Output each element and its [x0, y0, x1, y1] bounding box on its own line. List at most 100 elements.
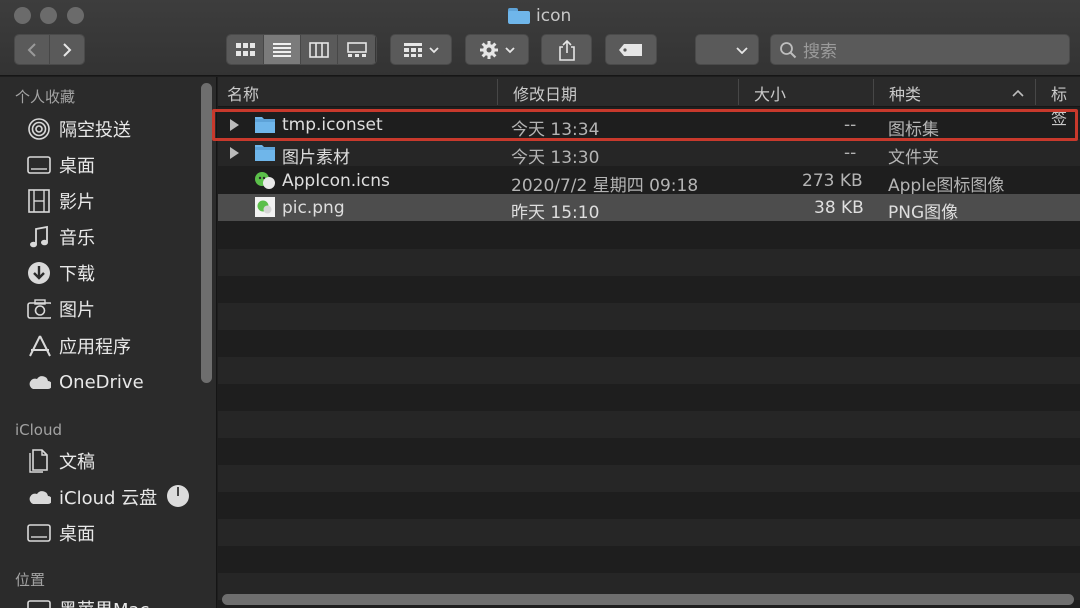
- desktop-icon: [27, 521, 51, 545]
- tag-icon: [619, 43, 642, 56]
- folder-icon: [508, 8, 530, 24]
- file-size: --: [844, 143, 857, 163]
- documents-icon: [27, 449, 51, 473]
- empty-row: [218, 303, 1080, 330]
- file-kind: 文件夹: [888, 148, 939, 168]
- column-size[interactable]: 大小: [754, 81, 786, 105]
- column-kind[interactable]: 种类: [889, 81, 921, 105]
- computer-icon: [27, 597, 51, 608]
- empty-row: [218, 357, 1080, 384]
- gallery-view-button[interactable]: [338, 35, 375, 64]
- search-field[interactable]: 搜索: [770, 34, 1070, 65]
- applications-icon: [27, 334, 51, 358]
- close-window-button[interactable]: [14, 7, 31, 24]
- search-placeholder: 搜索: [803, 42, 837, 62]
- back-button[interactable]: [15, 35, 50, 64]
- list-view-button[interactable]: [264, 35, 301, 64]
- sidebar-item-icloud-desktop[interactable]: 桌面: [27, 518, 95, 548]
- zoom-window-button[interactable]: [67, 7, 84, 24]
- empty-row: [218, 465, 1080, 492]
- table-row[interactable]: 图片素材 今天 13:30 -- 文件夹: [218, 139, 1080, 168]
- column-header: 名称 修改日期 大小 种类 标签: [218, 77, 1080, 128]
- chevron-down-icon: [505, 46, 515, 53]
- column-divider[interactable]: [873, 79, 874, 105]
- folder-icon: [255, 145, 275, 161]
- column-divider[interactable]: [738, 79, 739, 105]
- sidebar-item-desktop[interactable]: 桌面: [27, 150, 95, 180]
- sidebar-section-favorites: 个人收藏: [15, 88, 76, 106]
- chevron-down-icon: [736, 46, 748, 54]
- view-mode-control: [226, 34, 377, 65]
- file-size: 38 KB: [814, 198, 864, 218]
- file-modified: 今天 13:30: [511, 148, 600, 168]
- folder-icon: [255, 117, 275, 133]
- sidebar-item-movies[interactable]: 影片: [27, 186, 95, 216]
- file-kind: PNG图像: [888, 203, 959, 223]
- column-divider[interactable]: [497, 79, 498, 105]
- empty-row: [218, 249, 1080, 276]
- file-kind: Apple图标图像: [888, 176, 1005, 196]
- file-list: 名称 修改日期 大小 种类 标签 tmp.iconset 今天 13:34 --…: [218, 77, 1080, 608]
- chevron-right-icon: [63, 42, 72, 57]
- file-size: --: [844, 115, 857, 135]
- file-modified: 昨天 15:10: [511, 203, 600, 223]
- sort-ascending-icon: [1012, 89, 1024, 97]
- sidebar-item-icloud-drive[interactable]: iCloud 云盘: [27, 482, 157, 512]
- sidebar-item-onedrive[interactable]: OneDrive: [27, 367, 144, 397]
- grid-icon: [236, 42, 255, 56]
- file-kind: 图标集: [888, 120, 939, 140]
- window-title: icon: [508, 4, 571, 28]
- sidebar-item-pictures[interactable]: 图片: [27, 294, 95, 324]
- file-name: 图片素材: [282, 148, 350, 168]
- chevron-down-icon: [429, 46, 439, 53]
- edit-tags-button[interactable]: [605, 34, 657, 65]
- file-modified: 2020/7/2 星期四 09:18: [511, 176, 699, 196]
- columns-icon: [309, 41, 329, 58]
- search-icon: [780, 41, 797, 58]
- sidebar-item-applications[interactable]: 应用程序: [27, 331, 131, 361]
- empty-row: [218, 519, 1080, 546]
- toolbar: icon 搜索: [0, 0, 1080, 76]
- sidebar-item-downloads[interactable]: 下载: [27, 258, 95, 288]
- cloud-icon: [27, 370, 51, 394]
- chevron-left-icon: [27, 42, 36, 57]
- group-by-button[interactable]: [390, 34, 452, 65]
- sidebar-item-airdrop[interactable]: 隔空投送: [27, 114, 131, 144]
- forward-button[interactable]: [49, 35, 84, 64]
- sidebar-item-music[interactable]: 音乐: [27, 222, 95, 252]
- share-icon: [558, 39, 575, 61]
- storage-progress-icon: [167, 485, 189, 507]
- file-name: AppIcon.icns: [282, 171, 390, 191]
- cloud-icon: [27, 485, 51, 509]
- sidebar: 个人收藏 隔空投送 桌面 影片 音乐 下载 图片 应用程序 OneDrive i…: [0, 77, 217, 608]
- table-row[interactable]: tmp.iconset 今天 13:34 -- 图标集: [218, 111, 1080, 140]
- empty-row: [218, 411, 1080, 438]
- icon-view-button[interactable]: [227, 35, 264, 64]
- minimize-window-button[interactable]: [40, 7, 57, 24]
- file-modified: 今天 13:34: [511, 120, 600, 140]
- sidebar-scrollbar[interactable]: [201, 83, 212, 383]
- table-row[interactable]: AppIcon.icns 2020/7/2 星期四 09:18 273 KB A…: [218, 167, 1080, 196]
- column-modified[interactable]: 修改日期: [513, 81, 577, 105]
- file-size: 273 KB: [802, 171, 863, 191]
- horizontal-scrollbar[interactable]: [222, 594, 1074, 605]
- sidebar-item-documents[interactable]: 文稿: [27, 446, 95, 476]
- file-name: pic.png: [282, 198, 345, 218]
- column-name[interactable]: 名称: [227, 81, 259, 105]
- action-menu-button[interactable]: [465, 34, 529, 65]
- path-dropdown[interactable]: [695, 34, 759, 65]
- share-button[interactable]: [541, 34, 592, 65]
- history-nav: [14, 34, 85, 65]
- desktop-icon: [27, 153, 51, 177]
- column-view-button[interactable]: [301, 35, 338, 64]
- table-row[interactable]: pic.png 昨天 15:10 38 KB PNG图像: [218, 194, 1080, 223]
- sidebar-section-locations: 位置: [15, 571, 46, 589]
- download-icon: [27, 261, 51, 285]
- png-file-icon: [255, 197, 275, 217]
- column-divider[interactable]: [1035, 79, 1036, 105]
- disclosure-triangle-icon[interactable]: [230, 147, 239, 159]
- gallery-icon: [346, 41, 367, 57]
- sidebar-item-mac[interactable]: 黑苹果Mac: [27, 594, 149, 608]
- disclosure-triangle-icon[interactable]: [230, 119, 239, 131]
- camera-icon: [27, 297, 51, 321]
